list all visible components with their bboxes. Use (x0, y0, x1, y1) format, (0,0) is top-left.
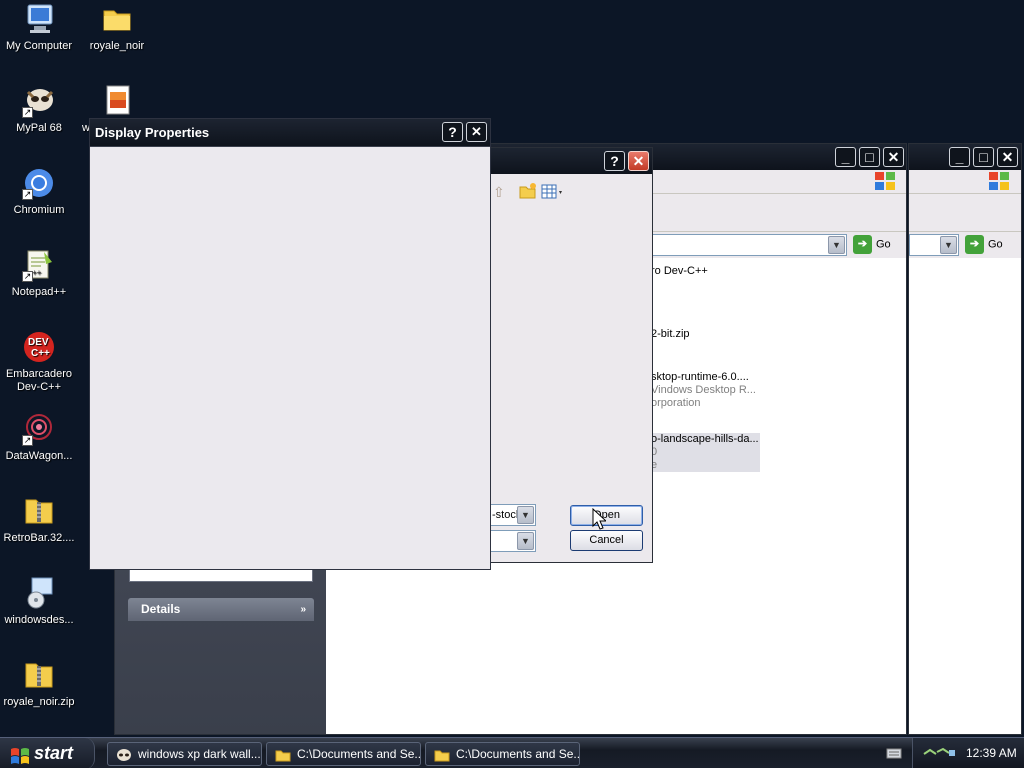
title-bar: _ □ ✕ (909, 144, 1021, 170)
zip-file-icon (22, 494, 56, 528)
go-button[interactable]: ➔ Go (965, 235, 1003, 254)
desktop-icon-retrobar-zip[interactable]: RetroBar.32.... (0, 494, 78, 545)
chevron-down-icon[interactable]: ▼ (517, 532, 534, 550)
start-button[interactable]: start (0, 738, 95, 768)
desktop-icon-label: windowsdes... (4, 614, 74, 626)
desktop-icon-label: DataWagon... (5, 450, 73, 462)
folder-icon (275, 747, 291, 765)
taskbar: start windows xp dark wall... C:\Documen… (0, 737, 1024, 768)
display-properties-window: Display Properties ? ✕ (89, 118, 491, 570)
installer-icon (22, 576, 56, 610)
browser-icon (116, 747, 132, 765)
zip-file-icon (22, 658, 56, 692)
maximize-button[interactable]: □ (973, 147, 994, 167)
toolbar (909, 194, 1021, 232)
desktop-icon-mypal[interactable]: ↗ MyPal 68 (0, 84, 78, 135)
go-button[interactable]: ➔ Go (853, 235, 891, 254)
shortcut-arrow-icon: ↗ (22, 107, 33, 118)
explorer-window-secondary: _ □ ✕ ▼ ➔ Go (908, 143, 1022, 735)
file-type-select[interactable]: ▼ (489, 530, 536, 552)
minimize-button[interactable]: _ (835, 147, 856, 167)
file-item[interactable]: ro Dev-C++ (651, 265, 771, 277)
dialog-toolbar: ⇧ (493, 182, 583, 204)
minimize-button[interactable]: _ (949, 147, 970, 167)
windows-logo-icon (875, 172, 897, 192)
desktop-icon-windowsdesktop-installer[interactable]: windowsdes... (0, 576, 78, 627)
address-input[interactable]: ▼ (909, 234, 959, 256)
svg-text:C++: C++ (31, 348, 50, 359)
cancel-button[interactable]: Cancel (570, 530, 643, 551)
desktop-icon-label: My Computer (5, 40, 73, 52)
folder-icon (434, 747, 450, 765)
file-item-selected[interactable]: o-landscape-hills-da... 0 e (651, 433, 760, 472)
desktop-icon-royale-noir[interactable]: royale_noir (78, 2, 156, 53)
keyboard-icon[interactable] (886, 747, 902, 762)
taskbar-button-browser[interactable]: windows xp dark wall... (107, 742, 262, 766)
window-title: Display Properties (95, 125, 210, 140)
file-item[interactable]: 2-bit.zip (651, 328, 771, 340)
desktop-icon-datawagon[interactable]: ↗ DataWagon... (0, 412, 78, 463)
go-arrow-icon: ➔ (965, 235, 984, 254)
file-item[interactable]: sktop-runtime-6.0.... Vindows Desktop R.… (651, 371, 771, 410)
desktop-icon-my-computer[interactable]: My Computer (0, 2, 78, 53)
filename-input[interactable]: -stock ▼ (489, 504, 536, 526)
shortcut-arrow-icon: ↗ (22, 189, 33, 200)
maximize-button[interactable]: □ (859, 147, 880, 167)
chevron-down-icon[interactable]: ▼ (517, 506, 534, 524)
chromium-icon: ↗ (22, 166, 56, 200)
desktop-icon-chromium[interactable]: ↗ Chromium (0, 166, 78, 217)
network-icon[interactable] (923, 746, 957, 763)
close-button[interactable]: ✕ (883, 147, 904, 167)
mouse-cursor-icon (592, 507, 608, 533)
new-folder-icon[interactable] (519, 182, 537, 203)
close-button[interactable]: ✕ (628, 151, 649, 171)
open-button[interactable]: Open (570, 505, 643, 526)
go-arrow-icon: ➔ (853, 235, 872, 254)
chevron-down-icon[interactable]: ▼ (828, 236, 845, 254)
desktop-icon-label: MyPal 68 (16, 122, 62, 134)
title-bar: Display Properties ? ✕ (90, 119, 490, 146)
desktop-icon-label: RetroBar.32.... (3, 532, 75, 544)
help-button[interactable]: ? (604, 151, 625, 171)
close-button[interactable]: ✕ (466, 122, 487, 142)
address-bar: ▼ ➔ Go (909, 232, 1021, 258)
devcpp-icon: DEV C++ (22, 330, 56, 364)
notepad-plus-plus-icon: ++ ↗ (22, 248, 56, 282)
svg-text:DEV: DEV (28, 337, 49, 348)
chevron-down-icon[interactable]: ▼ (940, 236, 957, 254)
desktop-icon-label: Chromium (13, 204, 65, 216)
windows-logo-icon (10, 744, 30, 764)
title-bar: ? ✕ (489, 148, 652, 174)
svg-text:++: ++ (32, 268, 42, 277)
desktop-icon-label: royale_noir.zip (3, 696, 75, 708)
menu-bar (909, 170, 1021, 194)
desktop-icon-royale-noir-zip[interactable]: royale_noir.zip (0, 658, 78, 709)
details-section-header[interactable]: Details » (128, 598, 314, 621)
shortcut-arrow-icon: ↗ (22, 271, 33, 282)
datawagon-icon: ↗ (22, 412, 56, 446)
shortcut-arrow-icon: ↗ (22, 435, 33, 446)
up-folder-icon[interactable]: ⇧ (493, 184, 505, 201)
chevron-double-down-icon: » (300, 604, 306, 615)
close-button[interactable]: ✕ (997, 147, 1018, 167)
open-file-dialog: ? ✕ ⇧ -stock ▼ ▼ Open Cancel (488, 147, 653, 563)
my-computer-icon (22, 2, 56, 36)
desktop-icon-label: Embarcadero Dev-C++ (5, 368, 73, 393)
folder-icon (100, 2, 134, 36)
mypal-icon: ↗ (22, 84, 56, 118)
details-label: Details (141, 602, 181, 616)
desktop-icon-dev-cpp[interactable]: DEV C++ Embarcadero Dev-C++ (0, 330, 78, 394)
views-menu-icon[interactable] (541, 184, 565, 203)
clock[interactable]: 12:39 AM (966, 746, 1017, 760)
desktop-icon-notepad-plus-plus[interactable]: ++ ↗ Notepad++ (0, 248, 78, 299)
image-file-icon (100, 84, 134, 118)
windows-logo-icon (989, 172, 1011, 192)
help-button[interactable]: ? (442, 122, 463, 142)
system-tray: 12:39 AM (912, 738, 1024, 768)
window-content (90, 146, 490, 569)
taskbar-button-explorer-2[interactable]: C:\Documents and Se... (425, 742, 580, 766)
desktop-icon-label: Notepad++ (11, 286, 67, 298)
desktop-icon-label: royale_noir (89, 40, 145, 52)
taskbar-button-explorer-1[interactable]: C:\Documents and Se... (266, 742, 421, 766)
